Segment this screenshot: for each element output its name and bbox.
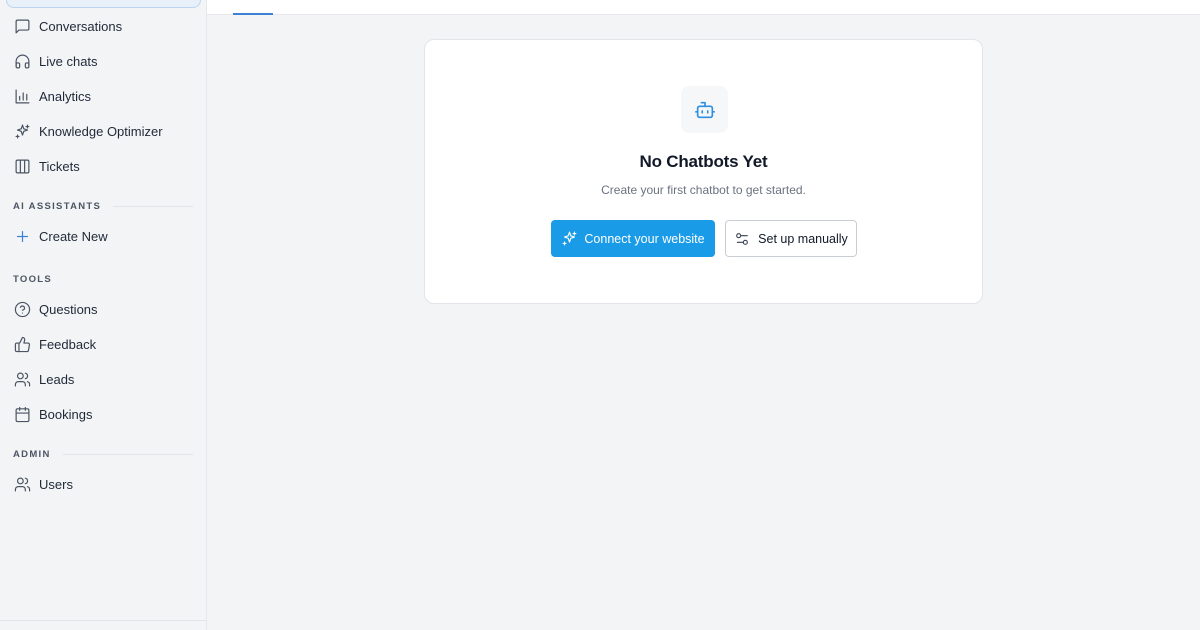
sidebar-item-feedback[interactable]: Feedback <box>6 328 201 360</box>
bot-icon <box>681 86 728 133</box>
divider <box>113 206 193 207</box>
sparkles-icon <box>562 231 577 246</box>
thumbs-up-icon <box>14 336 31 353</box>
calendar-icon <box>14 406 31 423</box>
section-header-admin: ADMIN <box>13 449 193 460</box>
bar-chart-icon <box>14 88 31 105</box>
sidebar-item-label: Tickets <box>39 158 80 174</box>
top-bar <box>207 0 1200 15</box>
headphones-icon <box>14 53 31 70</box>
users-icon <box>14 371 31 388</box>
setup-manually-label: Set up manually <box>758 231 848 246</box>
sidebar-item-label: Users <box>39 476 73 492</box>
sidebar-item-users[interactable]: Users <box>6 468 201 500</box>
sparkles-icon <box>14 123 31 140</box>
sidebar-active-item[interactable] <box>6 0 201 8</box>
sidebar-item-knowledge-optimizer[interactable]: Knowledge Optimizer <box>6 115 201 147</box>
sidebar-item-analytics[interactable]: Analytics <box>6 80 201 112</box>
empty-state-subtitle: Create your first chatbot to get started… <box>601 183 806 197</box>
sidebar-item-label: Knowledge Optimizer <box>39 123 163 139</box>
sidebar-item-conversations[interactable]: Conversations <box>6 10 201 42</box>
help-circle-icon <box>14 301 31 318</box>
section-header-ai-assistants: AI ASSISTANTS <box>13 201 193 212</box>
plus-icon <box>14 228 31 245</box>
empty-state-card: No Chatbots Yet Create your first chatbo… <box>424 39 983 304</box>
sidebar-item-label: Leads <box>39 371 75 387</box>
columns-icon <box>14 158 31 175</box>
section-title: TOOLS <box>13 274 53 285</box>
section-title: AI ASSISTANTS <box>13 201 102 212</box>
connect-website-label: Connect your website <box>584 231 705 246</box>
sidebar-item-tickets[interactable]: Tickets <box>6 150 201 182</box>
sidebar-item-label: Live chats <box>39 53 98 69</box>
section-header-tools: TOOLS <box>13 274 193 285</box>
divider <box>62 454 193 455</box>
sidebar-item-questions[interactable]: Questions <box>6 293 201 325</box>
active-tab-indicator[interactable] <box>233 13 273 15</box>
section-title: ADMIN <box>13 449 51 460</box>
sidebar: Conversations Live chats Analytics Knowl… <box>0 0 207 630</box>
sidebar-item-label: Bookings <box>39 406 93 422</box>
sidebar-item-label: Feedback <box>39 336 97 352</box>
sidebar-item-label: Conversations <box>39 18 123 34</box>
divider <box>0 620 207 621</box>
sidebar-item-label: Analytics <box>39 88 92 104</box>
sliders-icon <box>736 232 749 245</box>
sidebar-item-leads[interactable]: Leads <box>6 363 201 395</box>
sidebar-item-label: Create New <box>39 228 108 244</box>
sidebar-item-bookings[interactable]: Bookings <box>6 398 201 430</box>
sidebar-item-label: Questions <box>39 301 98 317</box>
empty-state-title: No Chatbots Yet <box>639 152 768 171</box>
connect-website-button[interactable]: Connect your website <box>551 220 715 257</box>
sidebar-item-live-chats[interactable]: Live chats <box>6 45 201 77</box>
sidebar-item-create-new[interactable]: Create New <box>6 220 201 252</box>
message-square-icon <box>14 18 31 35</box>
users-icon <box>14 476 31 493</box>
setup-manually-button[interactable]: Set up manually <box>725 220 857 257</box>
